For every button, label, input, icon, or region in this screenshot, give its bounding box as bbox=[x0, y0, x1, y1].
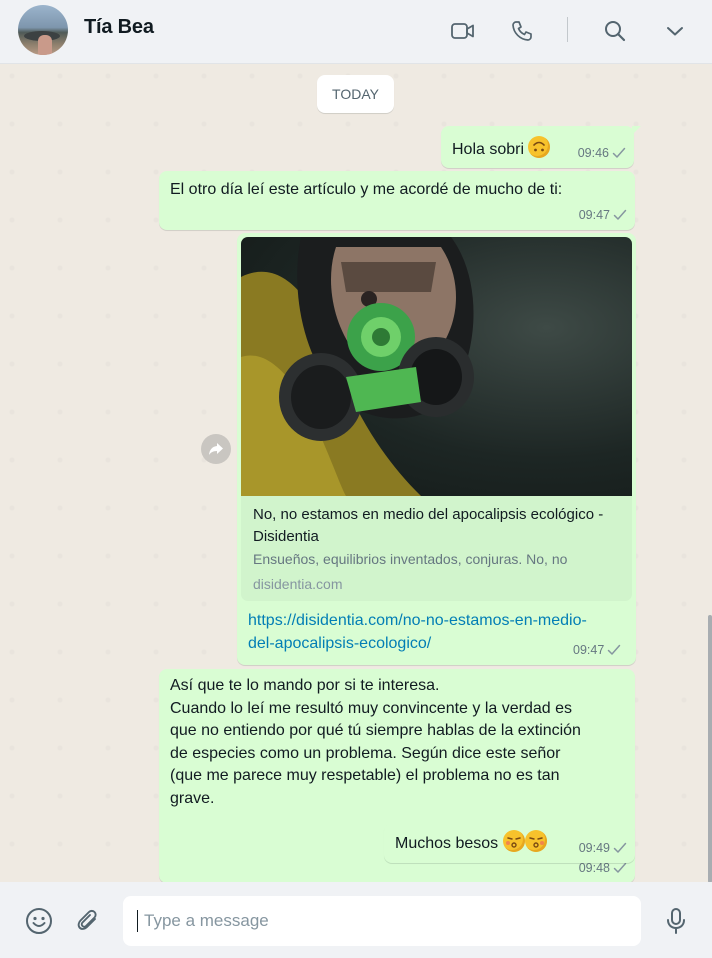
text-caret bbox=[137, 910, 138, 932]
message-list[interactable]: TODAY Hola sobri 09:46 El otro día leí e… bbox=[0, 64, 712, 882]
kissing-face-emoji-icon bbox=[524, 830, 547, 852]
contact-avatar[interactable] bbox=[18, 5, 68, 55]
message-text: Así que te lo mando por si te interesa. … bbox=[170, 675, 581, 810]
message-bubble[interactable]: Hola sobri 09:46 bbox=[441, 126, 641, 168]
link-preview-card[interactable]: No, no estamos en medio del apocalipsis … bbox=[241, 237, 632, 601]
message-time: 09:46 bbox=[577, 145, 609, 160]
message-input-placeholder: Type a message bbox=[144, 911, 269, 930]
message-time: 09:47 bbox=[578, 207, 610, 222]
emoji-icon[interactable] bbox=[24, 906, 54, 936]
microphone-icon[interactable] bbox=[661, 906, 691, 936]
message-time: 09:49 bbox=[578, 840, 610, 855]
message-line: que no entiendo por qué tú siempre habla… bbox=[170, 722, 581, 739]
message-bubble[interactable]: El otro día leí este artículo y me acord… bbox=[159, 171, 635, 230]
sent-check-icon bbox=[613, 209, 627, 220]
sent-check-icon bbox=[613, 842, 627, 853]
message-line: de especies como un problema. Según dice… bbox=[170, 744, 561, 762]
forward-icon[interactable] bbox=[201, 434, 231, 464]
message-line: grave. bbox=[170, 789, 215, 807]
contact-name[interactable]: Tía Bea bbox=[84, 16, 154, 39]
message-bubble[interactable]: Muchos besos 09:49 bbox=[384, 823, 635, 863]
chat-header: Tía Bea bbox=[0, 0, 712, 64]
sent-check-icon bbox=[608, 644, 621, 655]
attach-icon[interactable] bbox=[73, 906, 103, 936]
upside-down-face-emoji-icon bbox=[528, 136, 551, 158]
header-divider bbox=[567, 17, 568, 42]
message-input[interactable]: Type a message bbox=[123, 896, 641, 946]
link-preview-domain: disidentia.com bbox=[253, 576, 343, 592]
composer-bar: Type a message bbox=[0, 882, 712, 958]
message-line: Cuando lo leí me resultó muy convincente… bbox=[170, 699, 572, 717]
message-line: (que me parece muy respetable) el proble… bbox=[170, 767, 560, 784]
chat-scrollbar[interactable] bbox=[708, 615, 712, 883]
message-time: 09:47 bbox=[573, 643, 605, 657]
sent-check-icon bbox=[613, 862, 627, 873]
avatar-person bbox=[38, 35, 52, 55]
video-call-icon[interactable] bbox=[448, 16, 478, 46]
message-text: Hola sobri bbox=[452, 141, 525, 158]
link-preview-description: Ensueños, equilibrios inventados, conjur… bbox=[253, 551, 568, 567]
chevron-down-icon[interactable] bbox=[660, 16, 690, 46]
message-link[interactable]: https://disidentia.com/no-no-estamos-en-… bbox=[248, 610, 608, 655]
bubble-tail bbox=[632, 126, 641, 135]
message-line: Así que te lo mando por si te interesa. bbox=[170, 677, 440, 694]
sent-check-icon bbox=[612, 147, 626, 158]
link-preview-image bbox=[241, 237, 632, 496]
message-text: Muchos besos bbox=[395, 835, 499, 852]
search-icon[interactable] bbox=[600, 16, 630, 46]
message-text: El otro día leí este artículo y me acord… bbox=[170, 181, 563, 198]
date-separator: TODAY bbox=[317, 75, 394, 113]
kissing-face-emoji-icon bbox=[502, 830, 525, 852]
voice-call-icon[interactable] bbox=[507, 16, 537, 46]
link-preview-title: No, no estamos en medio del apocalipsis … bbox=[253, 506, 604, 545]
